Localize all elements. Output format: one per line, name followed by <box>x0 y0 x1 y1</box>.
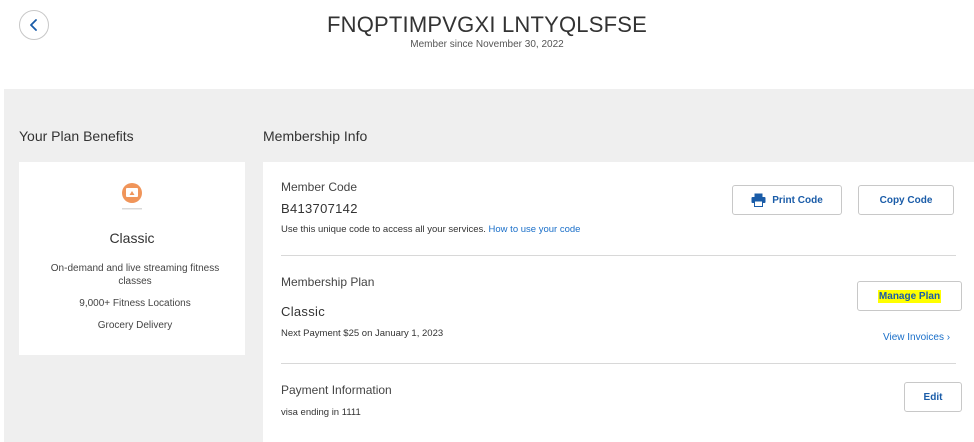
next-payment-text: Next Payment $25 on January 1, 2023 <box>281 328 444 339</box>
edit-payment-label: Edit <box>923 391 943 403</box>
membership-section-title: Membership Info <box>263 128 368 144</box>
how-to-use-code-link[interactable]: How to use your code <box>489 224 581 235</box>
manage-plan-label: Manage Plan <box>877 289 942 303</box>
benefit-item: On-demand and live streaming fitness cla… <box>50 263 220 287</box>
plan-benefits-card: Classic On-demand and live streaming fit… <box>19 162 245 355</box>
copy-code-button[interactable]: Copy Code <box>858 185 954 215</box>
streaming-plan-icon <box>120 182 144 212</box>
membership-info-card: Member Code B413707142 Use this unique c… <box>263 162 974 442</box>
benefits-section-title: Your Plan Benefits <box>19 128 134 144</box>
member-code-label: Member Code <box>281 180 358 194</box>
divider <box>281 363 956 364</box>
member-code-value: B413707142 <box>281 201 358 216</box>
benefits-plan-name: Classic <box>109 230 155 246</box>
benefit-item: 9,000+ Fitness Locations <box>79 298 191 309</box>
member-since: Member since November 30, 2022 <box>410 39 564 50</box>
member-name: FNQPTIMPVGXI LNTYQLSFSE <box>327 12 647 37</box>
member-code-help: Use this unique code to access all your … <box>281 224 580 235</box>
member-code-help-text: Use this unique code to access all your … <box>281 224 486 235</box>
member-header: FNQPTIMPVGXI LNTYQLSFSE Member since Nov… <box>0 12 974 50</box>
benefit-item: Grocery Delivery <box>97 320 173 331</box>
printer-icon <box>751 193 766 207</box>
edit-payment-button[interactable]: Edit <box>904 382 962 412</box>
manage-plan-button[interactable]: Manage Plan <box>857 281 962 311</box>
view-invoices-link[interactable]: View Invoices › <box>883 332 950 343</box>
membership-plan-label: Membership Plan <box>281 275 375 289</box>
benefit-list: On-demand and live streaming fitness cla… <box>43 262 227 341</box>
payment-method-value: visa ending in 1111 <box>281 407 361 418</box>
payment-info-label: Payment Information <box>281 383 392 397</box>
copy-code-label: Copy Code <box>879 194 933 206</box>
print-code-button[interactable]: Print Code <box>732 185 842 215</box>
membership-plan-value: Classic <box>281 304 325 319</box>
divider <box>281 255 956 256</box>
print-code-label: Print Code <box>772 194 823 206</box>
